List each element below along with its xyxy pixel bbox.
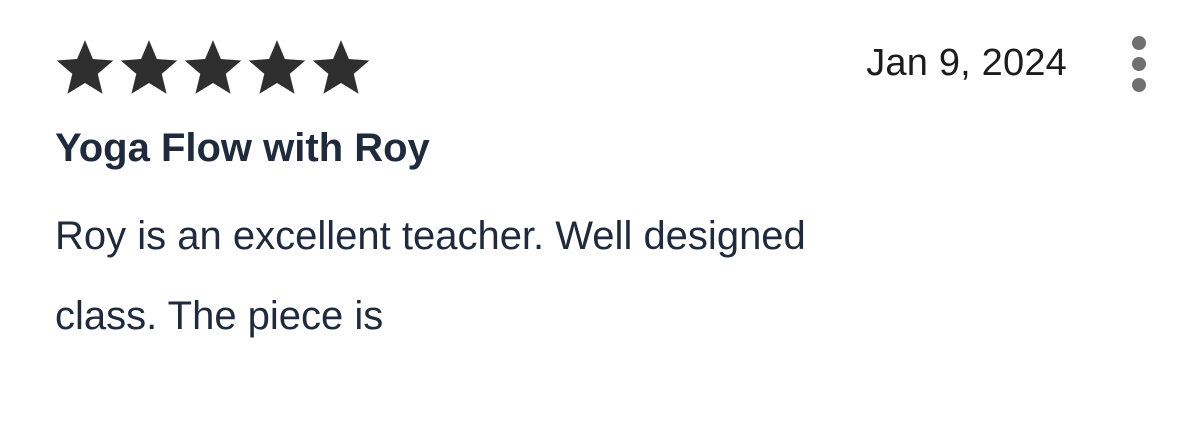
star-icon: [182, 36, 244, 98]
star-icon: [246, 36, 308, 98]
more-vertical-icon-dot: [1132, 57, 1146, 71]
more-vertical-icon-dot: [1132, 36, 1146, 50]
review-title: Yoga Flow with Roy: [55, 126, 430, 170]
star-icon: [310, 36, 372, 98]
review-body-line: class. The piece is: [55, 294, 384, 338]
star-icon: [54, 36, 116, 98]
review-card: Jan 9, 2024 Yoga Flow with Roy Roy is an…: [0, 0, 1200, 432]
review-body-line: Roy is an excellent teacher. Well design…: [55, 214, 806, 258]
star-rating: [54, 36, 372, 98]
review-date: Jan 9, 2024: [866, 42, 1067, 84]
review-body: Roy is an excellent teacher. Well design…: [55, 196, 955, 356]
more-vertical-icon-dot: [1132, 78, 1146, 92]
star-icon: [118, 36, 180, 98]
more-options-button[interactable]: [1124, 34, 1154, 94]
